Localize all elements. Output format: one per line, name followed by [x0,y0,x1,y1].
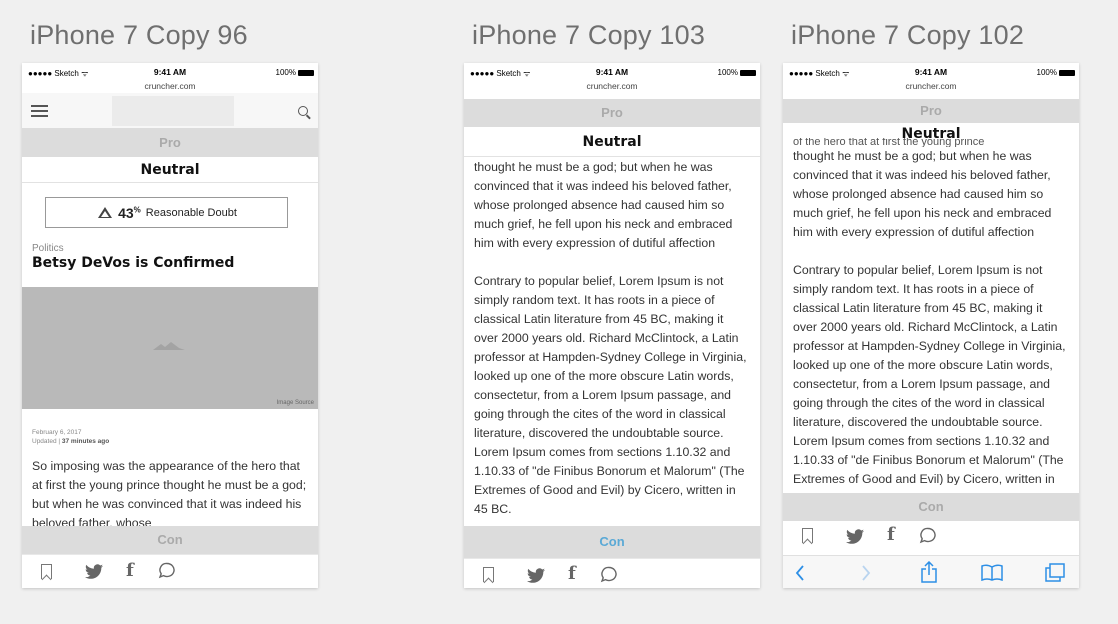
battery-icon [298,69,314,76]
battery-icon [740,69,756,76]
article-image: Image Source [22,287,318,409]
article-headline[interactable]: Betsy DeVos is Confirmed [32,255,234,271]
article-category[interactable]: Politics [32,243,64,254]
article-date: February 6, 2017 [32,429,82,436]
bookmark-icon[interactable] [41,564,52,579]
con-tab[interactable]: Con [464,526,760,558]
article-body: thought he must be a god; but when he wa… [464,157,760,527]
comment-icon[interactable] [919,527,937,544]
body-paragraph-2: Contrary to popular belief, Lorem Ipsum … [793,263,1066,485]
comment-icon[interactable] [600,566,618,583]
battery-indicator: 100% [718,68,756,77]
pro-tab[interactable]: Pro [22,129,318,157]
action-bar: f [464,558,760,588]
logo-placeholder [112,96,234,126]
phone-copy-103: ●●●●● Sketch ᯤ 9:41 AM 100% cruncher.com… [464,63,760,588]
meter-percent: 43% [118,204,141,221]
con-tab[interactable]: Con [783,493,1079,521]
tabs-icon[interactable] [1045,563,1065,582]
neutral-tab[interactable]: Neutral [464,127,760,157]
artboard-title-102: iPhone 7 Copy 102 [791,20,1025,50]
pro-tab[interactable]: Pro [783,99,1079,123]
body-lead-fragment: of the hero that at first the young prin… [793,138,985,147]
phone-copy-96: ●●●●● Sketch ᯤ 9:41 AM 100% cruncher.com… [22,63,318,588]
image-credit: Image Source [276,400,314,406]
status-bar: ●●●●● Sketch ᯤ 9:41 AM 100% [22,63,318,81]
doubt-meter[interactable]: 43% Reasonable Doubt [45,197,288,228]
article-updated: Updated | 37 minutes ago [32,437,110,445]
con-tab[interactable]: Con [22,526,318,554]
status-time: 9:41 AM [153,67,187,77]
phone-copy-102: ●●●●● Sketch ᯤ 9:41 AM 100% cruncher.com… [783,63,1079,588]
status-bar: ●●●●● Sketch ᯤ 9:41 AM 100% [783,63,1079,81]
action-bar: f [22,554,318,587]
body-paragraph-1: thought he must be a god; but when he wa… [793,149,1052,239]
safari-toolbar [783,555,1079,588]
facebook-icon[interactable]: f [568,565,576,583]
action-bar: f [783,521,1079,551]
body-paragraph-1: thought he must be a god; but when he wa… [474,160,733,250]
pro-tab[interactable]: Pro [464,99,760,127]
twitter-icon[interactable] [85,564,104,579]
bookmarks-icon[interactable] [981,564,1003,581]
facebook-icon[interactable]: f [126,562,134,580]
body-paragraph-2: Contrary to popular belief, Lorem Ipsum … [474,274,747,516]
status-bar: ●●●●● Sketch ᯤ 9:41 AM 100% [464,63,760,81]
twitter-icon[interactable] [527,568,546,583]
twitter-icon[interactable] [846,529,865,544]
artboard-title-96: iPhone 7 Copy 96 [30,20,248,50]
artboard-title-103: iPhone 7 Copy 103 [472,20,706,50]
bookmark-icon[interactable] [802,528,813,543]
url-label[interactable]: cruncher.com [22,81,318,93]
nav-bar [22,93,318,129]
neutral-tab[interactable]: Neutral [22,157,318,183]
article-excerpt: So imposing was the appearance of the he… [32,459,307,530]
forward-icon[interactable] [861,565,871,581]
status-time: 9:41 AM [595,67,629,77]
battery-icon [1059,69,1075,76]
meter-icon [96,207,113,218]
url-label[interactable]: cruncher.com [464,81,760,93]
bookmark-icon[interactable] [483,567,494,582]
article-body: of the hero that at first the young prin… [783,138,1079,485]
url-label[interactable]: cruncher.com [783,81,1079,93]
battery-indicator: 100% [1037,68,1075,77]
menu-icon[interactable] [31,105,48,117]
meter-label: Reasonable Doubt [145,206,237,219]
share-icon[interactable] [920,561,938,583]
back-icon[interactable] [795,565,805,581]
facebook-icon[interactable]: f [887,526,895,544]
article-dateline: February 6, 2017 Updated | 37 minutes ag… [32,429,109,446]
battery-indicator: 100% [276,68,314,77]
search-icon[interactable] [298,106,308,116]
status-time: 9:41 AM [914,67,948,77]
image-placeholder-icon [153,342,185,350]
comment-icon[interactable] [158,562,176,579]
